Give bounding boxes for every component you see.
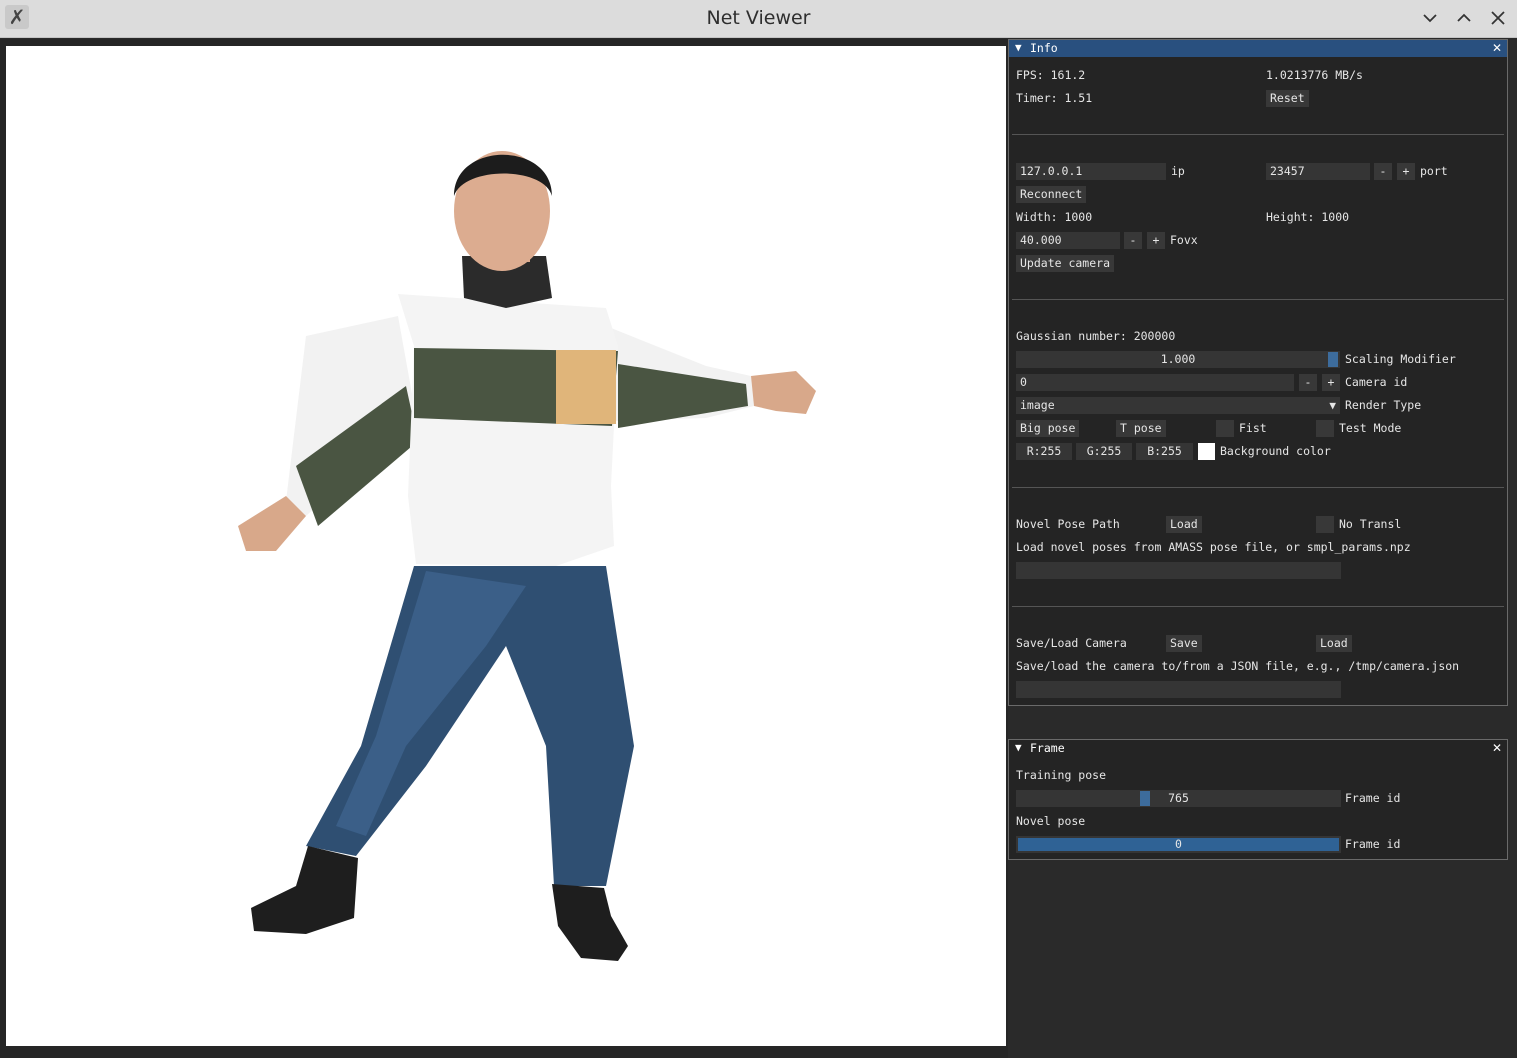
fovx-decrement-button[interactable]: -	[1124, 232, 1142, 249]
save-load-camera-label: Save/Load Camera	[1016, 636, 1127, 650]
gaussian-number-text: Gaussian number: 200000	[1016, 329, 1176, 343]
novel-frame-slider[interactable]: 0	[1016, 836, 1341, 853]
frame-panel-header[interactable]: ▼ Frame ✕	[1009, 740, 1507, 757]
training-pose-label: Training pose	[1016, 768, 1107, 782]
fovx-input[interactable]: 40.000	[1016, 232, 1120, 249]
reconnect-button[interactable]: Reconnect	[1016, 186, 1087, 203]
novel-pose-load-button[interactable]: Load	[1166, 516, 1202, 533]
scaling-slider-grab[interactable]	[1328, 352, 1338, 367]
training-frame-value: 765	[1168, 791, 1189, 805]
fist-label: Fist	[1239, 421, 1267, 435]
dropdown-arrow-icon[interactable]: ▼	[1329, 397, 1336, 414]
panel-close-icon[interactable]: ✕	[1492, 741, 1502, 755]
t-pose-button[interactable]: T pose	[1116, 420, 1166, 437]
scaling-modifier-value: 1.000	[1160, 352, 1196, 366]
render-type-value: image	[1020, 398, 1055, 412]
camera-id-input[interactable]: 0	[1016, 374, 1294, 391]
render-type-label: Render Type	[1345, 398, 1422, 412]
background-color-swatch[interactable]	[1198, 443, 1215, 460]
maximize-icon[interactable]	[1450, 5, 1478, 31]
window-titlebar: ✗ Net Viewer	[0, 0, 1517, 38]
frame-panel-title: Frame	[1030, 741, 1065, 755]
collapse-triangle-icon[interactable]: ▼	[1015, 741, 1022, 754]
fps-text: FPS: 161.2	[1016, 68, 1086, 82]
camera-file-hint: Save/load the camera to/from a JSON file…	[1016, 659, 1460, 673]
test-mode-checkbox[interactable]	[1316, 420, 1334, 437]
window-title: Net Viewer	[706, 7, 811, 29]
minimize-icon[interactable]	[1416, 5, 1444, 31]
render-viewport[interactable]	[0, 39, 1008, 1058]
camera-id-increment-button[interactable]: +	[1322, 374, 1340, 391]
ip-input[interactable]: 127.0.0.1	[1016, 163, 1166, 180]
port-increment-button[interactable]: +	[1397, 163, 1415, 180]
port-input[interactable]: 23457	[1266, 163, 1370, 180]
panel-close-icon[interactable]: ✕	[1492, 41, 1502, 55]
blue-channel-input[interactable]: B:255	[1136, 443, 1193, 460]
reset-button[interactable]: Reset	[1266, 90, 1309, 107]
novel-pose-hint: Load novel poses from AMASS pose file, o…	[1016, 540, 1411, 554]
separator	[1012, 299, 1504, 300]
fovx-increment-button[interactable]: +	[1147, 232, 1165, 249]
scaling-modifier-label: Scaling Modifier	[1345, 352, 1456, 366]
port-label: port	[1420, 164, 1448, 178]
load-camera-button[interactable]: Load	[1316, 635, 1352, 652]
background-color-label: Background color	[1220, 444, 1331, 458]
rendered-image[interactable]	[6, 46, 1006, 1046]
frame-panel: ▼ Frame ✕ Training pose 765 Frame id Nov…	[1008, 739, 1508, 860]
camera-path-input[interactable]	[1016, 681, 1341, 698]
camera-id-label: Camera id	[1345, 375, 1408, 389]
novel-pose-label: Novel pose	[1016, 814, 1086, 828]
separator	[1012, 487, 1504, 488]
fovx-label: Fovx	[1170, 233, 1198, 247]
width-text: Width: 1000	[1016, 210, 1093, 224]
collapse-triangle-icon[interactable]: ▼	[1015, 41, 1022, 54]
novel-frame-id-label: Frame id	[1345, 837, 1401, 851]
no-transl-label: No Transl	[1339, 517, 1402, 531]
update-camera-button[interactable]: Update camera	[1016, 255, 1115, 272]
timer-text: Timer: 1.51	[1016, 91, 1093, 105]
green-channel-input[interactable]: G:255	[1076, 443, 1132, 460]
ip-label: ip	[1171, 164, 1185, 178]
close-icon[interactable]	[1484, 5, 1512, 31]
rendered-person-figure	[238, 151, 816, 961]
training-frame-slider[interactable]: 765	[1016, 790, 1341, 807]
no-transl-checkbox[interactable]	[1316, 516, 1334, 533]
novel-pose-path-label: Novel Pose Path	[1016, 517, 1120, 531]
bandwidth-text: 1.0213776 MB/s	[1266, 68, 1363, 82]
render-type-select[interactable]: image ▼	[1016, 397, 1340, 414]
info-panel-title: Info	[1030, 41, 1058, 55]
info-panel-header[interactable]: ▼ Info ✕	[1009, 40, 1507, 57]
training-slider-grab[interactable]	[1140, 791, 1150, 806]
red-channel-input[interactable]: R:255	[1016, 443, 1072, 460]
port-decrement-button[interactable]: -	[1374, 163, 1392, 180]
novel-pose-path-input[interactable]	[1016, 562, 1341, 579]
training-frame-id-label: Frame id	[1345, 791, 1401, 805]
separator	[1012, 606, 1504, 607]
novel-frame-value: 0	[1175, 837, 1182, 851]
scaling-modifier-slider[interactable]: 1.000	[1016, 351, 1340, 368]
save-camera-button[interactable]: Save	[1166, 635, 1202, 652]
camera-id-decrement-button[interactable]: -	[1299, 374, 1317, 391]
fist-checkbox[interactable]	[1216, 420, 1234, 437]
separator	[1012, 134, 1504, 135]
height-text: Height: 1000	[1266, 210, 1350, 224]
info-panel: ▼ Info ✕ FPS: 161.2 1.0213776 MB/s Timer…	[1008, 39, 1508, 706]
big-pose-button[interactable]: Big pose	[1016, 420, 1080, 437]
test-mode-label: Test Mode	[1339, 421, 1402, 435]
